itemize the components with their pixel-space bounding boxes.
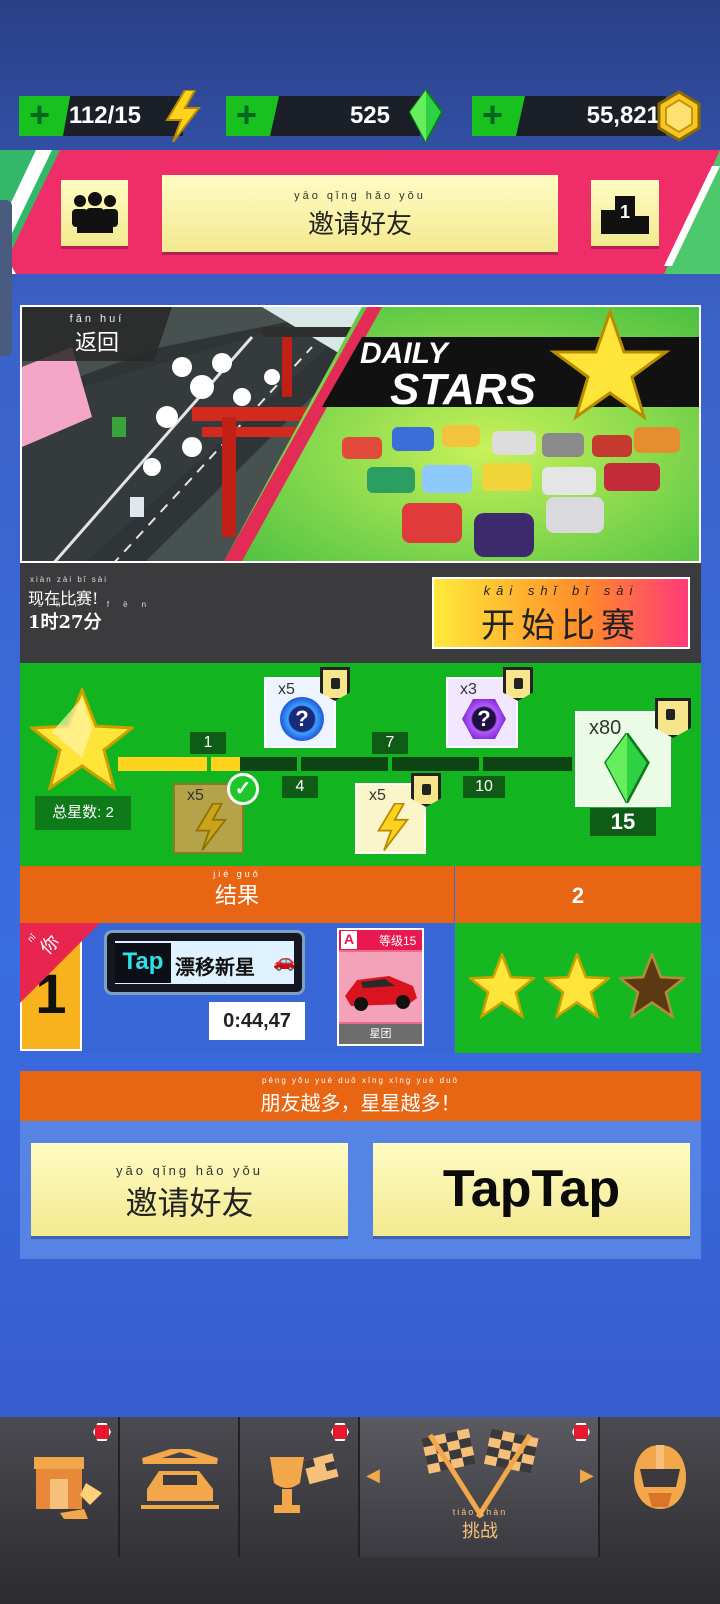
reward-multiplier: x5 — [278, 681, 295, 698]
nav-shop[interactable] — [0, 1417, 120, 1557]
reward-multiplier: x3 — [460, 681, 477, 698]
milestone-label: 4 — [282, 776, 318, 798]
car-card[interactable]: A 等级15 星团 — [337, 928, 424, 1046]
shop-icon — [34, 1457, 102, 1519]
star-earned-icon — [544, 953, 610, 1019]
slogan-text: 朋友越多，星星越多！ — [260, 1091, 461, 1115]
taptap-label: TapTap — [442, 1160, 621, 1218]
taptap-button[interactable]: TapTap — [373, 1143, 690, 1236]
start-race-pinyin: kāi shǐ bǐ sài — [483, 583, 639, 598]
car-image — [339, 952, 422, 1022]
lightning-icon — [165, 90, 202, 142]
friends-icon — [71, 192, 118, 233]
trophy-flag-icon — [270, 1453, 339, 1513]
race-time: 0:44,47 — [209, 1002, 305, 1040]
car-name: 星团 — [369, 1028, 392, 1040]
progress-divider — [388, 755, 392, 773]
claimed-check-icon: ✓ — [227, 773, 259, 805]
energy-counter[interactable]: + 112/15 — [19, 90, 202, 142]
car-class: A — [341, 931, 357, 949]
mystery-box-icon: ? — [280, 697, 324, 741]
results-stars-header: 2 — [455, 866, 701, 923]
nav-cup[interactable] — [240, 1417, 360, 1557]
notification-badge — [572, 1423, 590, 1441]
invite-top-pinyin: yāo qǐng hǎo yǒu — [294, 190, 426, 202]
invite-pinyin: yāo qǐng hǎo yǒu — [115, 1163, 264, 1178]
star-empty-icon — [619, 953, 685, 1019]
progress-divider — [297, 755, 301, 773]
milestone-label: 15 — [590, 808, 656, 836]
car-name-strip: 星团 — [339, 1024, 422, 1044]
progress-fill — [118, 757, 240, 771]
back-label: 返回 — [74, 331, 119, 356]
invite-top-label: 邀请好友 — [307, 210, 412, 240]
big-star-icon — [30, 688, 134, 792]
nav-challenge[interactable]: ◀ tiǎo zhàn 挑战 ▶ — [360, 1417, 600, 1557]
stars-earned-box — [455, 923, 701, 1053]
garage-car-icon — [141, 1449, 219, 1509]
bottom-nav: ◀ tiǎo zhàn 挑战 ▶ — [0, 1417, 720, 1604]
player-tag-name: 漂移新星 — [175, 957, 255, 979]
start-race-label: 开始比赛 — [481, 606, 641, 646]
progress-divider — [207, 755, 211, 773]
milestone-label: 10 — [463, 776, 505, 798]
band-right-stripes — [664, 150, 720, 274]
slogan-pinyin: péng yǒu yuè duō xīng xīng yuè duō — [262, 1076, 459, 1085]
results-header-pinyin: jié guǒ — [213, 869, 261, 879]
notification-badge — [331, 1423, 349, 1441]
gem-counter[interactable]: + 525 — [226, 90, 444, 142]
slogan-banner: péng yǒu yuè duō xīng xīng yuè duō 朋友越多，… — [20, 1071, 701, 1121]
event-strip: xiàn zài bǐ sài 现在比赛! shí fēn 1时27分 kāi … — [20, 563, 701, 663]
helmet-icon — [634, 1445, 686, 1509]
nav-profile[interactable] — [600, 1417, 720, 1557]
nav-challenge-pinyin: tiǎo zhàn — [452, 1507, 508, 1517]
results-header: jié guǒ 结果 — [20, 866, 454, 923]
invite-friends-top-button[interactable]: yāo qǐng hǎo yǒu 邀请好友 — [162, 175, 558, 252]
daily-stars-banner: fǎn huí 返回 DAILY STARS — [20, 305, 701, 563]
milestone-label: 7 — [372, 732, 408, 754]
side-tab[interactable] — [0, 200, 12, 356]
progress-divider — [479, 755, 483, 773]
event-now-pinyin: xiàn zài bǐ sài — [30, 575, 109, 584]
rank-number: 1 — [619, 202, 630, 222]
gem-icon — [604, 733, 650, 803]
coin-icon — [657, 90, 701, 142]
nav-challenge-label: 挑战 — [462, 1521, 498, 1542]
car-emoji-icon: 🚗 — [273, 951, 296, 971]
coin-counter[interactable]: + 55,821 — [472, 90, 702, 142]
friends-button[interactable] — [61, 180, 128, 246]
coin-value: 55,821 — [516, 96, 666, 136]
prev-arrow-icon: ◀ — [366, 1465, 380, 1485]
notification-badge — [93, 1423, 111, 1441]
start-race-button[interactable]: kāi shǐ bǐ sài 开始比赛 — [432, 577, 690, 649]
event-time: 1时27分 — [28, 612, 102, 633]
banner-title-stars: STARS — [390, 365, 536, 414]
mystery-gem-icon: ? — [462, 699, 506, 739]
gem-icon — [408, 90, 444, 142]
invite-friends-button[interactable]: yāo qǐng hǎo yǒu 邀请好友 — [31, 1143, 348, 1236]
checkered-flags-icon — [421, 1428, 539, 1519]
you-ribbon-label: 你 — [36, 931, 64, 959]
star-earned-icon — [469, 953, 535, 1019]
invite-label: 邀请好友 — [125, 1184, 254, 1222]
milestone-label: 1 — [190, 732, 226, 754]
next-arrow-icon: ▶ — [580, 1465, 594, 1485]
car-level: 等级15 — [379, 934, 417, 948]
total-stars-label: 总星数: 2 — [35, 796, 131, 830]
leaderboard-button[interactable]: 1 — [591, 180, 659, 246]
player-tag-prefix: Tap — [115, 943, 171, 983]
back-pinyin: fǎn huí — [69, 313, 125, 325]
gem-value: 525 — [270, 96, 420, 136]
nav-garage[interactable] — [120, 1417, 240, 1557]
player-tag: Tap 漂移新星 🚗 — [104, 930, 305, 995]
back-button[interactable]: fǎn huí 返回 — [22, 307, 172, 361]
